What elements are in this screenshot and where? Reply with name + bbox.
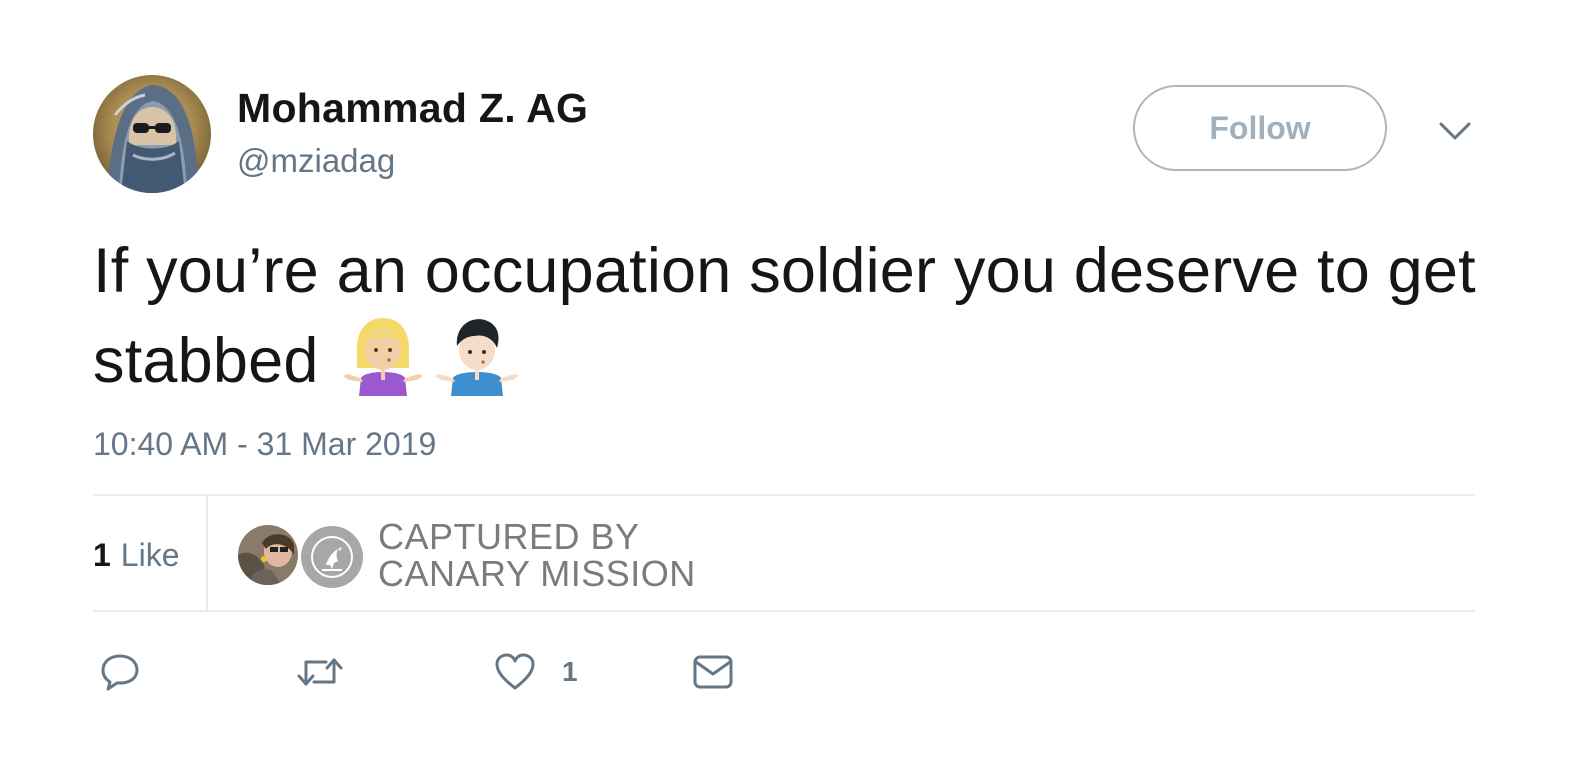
author-handle[interactable]: @mziadag xyxy=(237,142,395,180)
follow-button[interactable]: Follow xyxy=(1133,85,1387,171)
liker-avatar[interactable] xyxy=(238,525,298,585)
likes-count[interactable]: 1 Like xyxy=(93,535,180,575)
like-action-count: 1 xyxy=(562,656,578,687)
like-button[interactable]: 1 xyxy=(494,651,578,693)
woman-shrugging-icon xyxy=(341,312,425,396)
tweet-timestamp[interactable]: 10:40 AM - 31 Mar 2019 xyxy=(93,424,436,464)
reply-icon xyxy=(100,652,140,692)
stats-divider-bottom xyxy=(93,610,1475,612)
retweet-icon xyxy=(296,652,344,692)
watermark-line-1: CAPTURED BY xyxy=(378,516,640,557)
chevron-down-icon[interactable] xyxy=(1438,120,1472,144)
stats-divider-top xyxy=(93,494,1475,496)
author-name[interactable]: Mohammad Z. AG xyxy=(237,84,588,132)
stats-divider-vertical xyxy=(206,496,208,610)
direct-message-button[interactable] xyxy=(692,651,734,693)
heart-icon xyxy=(494,652,536,692)
retweet-button[interactable] xyxy=(296,651,344,693)
tweet-text-content: If you’re an occupation soldier you dese… xyxy=(93,236,1476,396)
likes-label: Like xyxy=(120,537,180,573)
tweet-text: If you’re an occupation soldier you dese… xyxy=(93,230,1513,402)
reply-button[interactable] xyxy=(100,651,140,693)
likes-number: 1 xyxy=(93,537,111,573)
man-shrugging-icon xyxy=(434,312,519,396)
canary-mission-logo-icon xyxy=(300,525,364,589)
watermark-line-2: CANARY MISSION xyxy=(378,553,696,594)
author-avatar[interactable] xyxy=(93,75,211,193)
captured-by-watermark: CAPTURED BY CANARY MISSION xyxy=(378,518,778,592)
envelope-icon xyxy=(692,652,734,692)
